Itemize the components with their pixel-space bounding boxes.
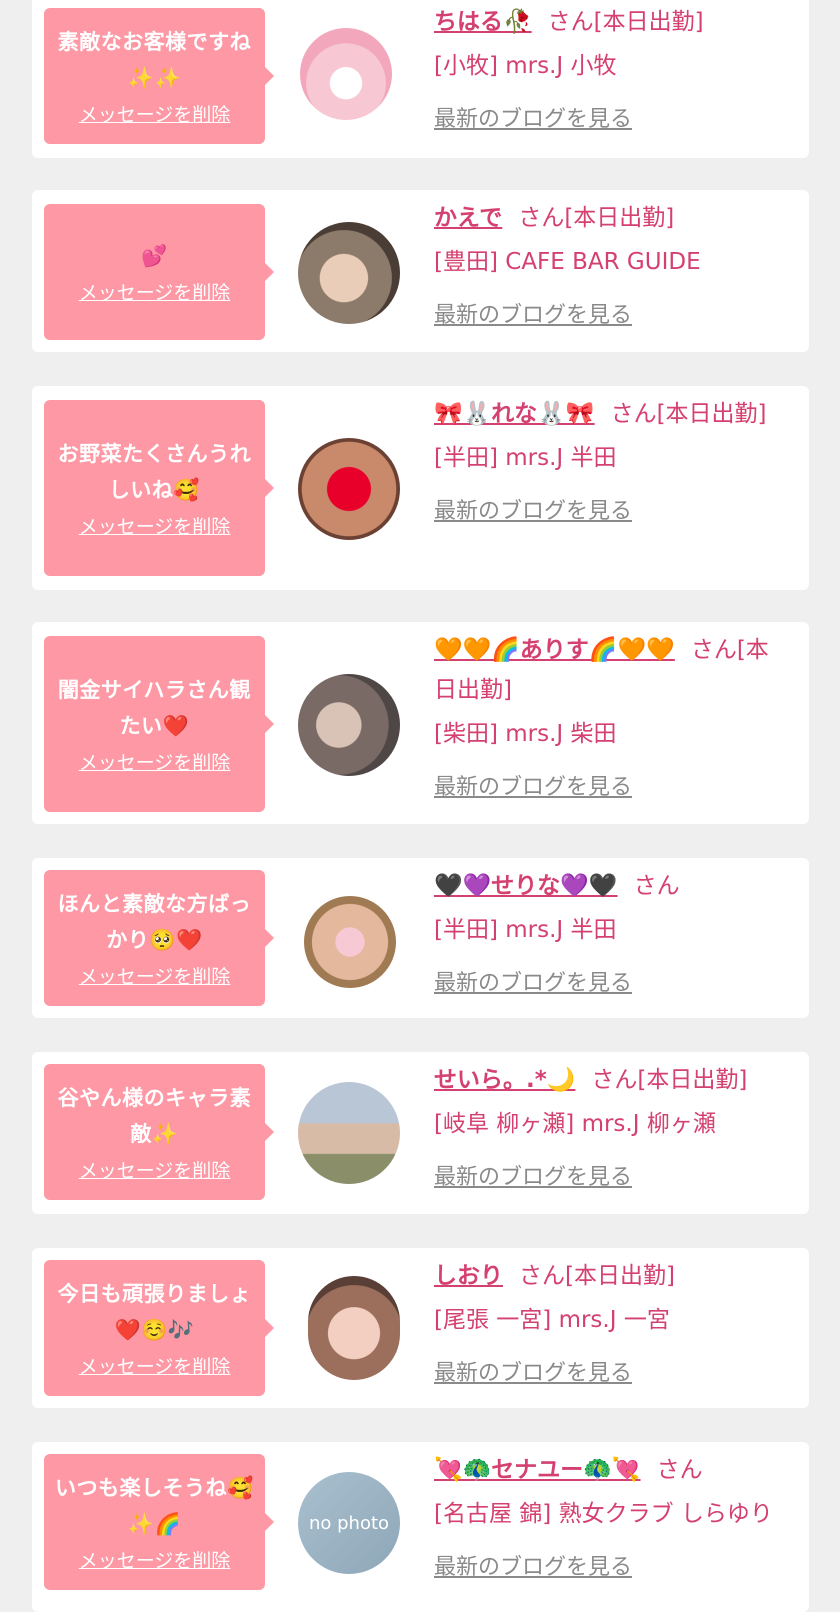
message-text: いつも楽しそうね🥰✨🌈 [55,1476,254,1536]
message-text: 谷やん様のキャラ素敵✨ [57,1086,252,1146]
avatar[interactable] [304,896,396,988]
delete-message-link[interactable]: メッセージを削除 [79,964,231,990]
message-bubble: 素敵なお客様ですね✨✨ メッセージを削除 [44,8,274,144]
blog-link[interactable]: 最新のブログを見る [434,1158,784,1198]
avatar[interactable]: no photo [298,1472,400,1574]
shop-name: [小牧] mrs.J 小牧 [434,53,617,79]
cast-name-link[interactable]: 🎀🐰れな🐰🎀 [434,401,595,427]
avatar[interactable] [298,222,400,324]
message-text: 💕 [141,244,168,268]
message-bubble: 闇金サイハラさん観たい❤️ メッセージを削除 [44,636,274,812]
avatar[interactable] [298,1082,400,1184]
delete-message-link[interactable]: メッセージを削除 [79,1354,231,1380]
message-bubble: 今日も頑張りましょ❤️☺️🎶 メッセージを削除 [44,1260,274,1396]
cast-info: せいら。.*🌙 さん[本日出勤] [岐阜 柳ヶ瀬] mrs.J 柳ヶ瀬 最新のブロ… [434,1060,784,1198]
shop-name: [柴田] mrs.J 柴田 [434,721,617,747]
message-card: 今日も頑張りましょ❤️☺️🎶 メッセージを削除 しおり さん[本日出勤] [尾張 … [32,1248,809,1408]
no-photo-label: no photo [308,1512,390,1534]
avatar[interactable] [298,674,400,776]
message-bubble: 💕 メッセージを削除 [44,204,274,340]
cast-name-link[interactable]: せいら。.*🌙 [434,1067,575,1093]
cast-honorific: さん[本日出勤] [518,205,675,231]
delete-message-link[interactable]: メッセージを削除 [79,1548,231,1574]
delete-message-link[interactable]: メッセージを削除 [79,1158,231,1184]
blog-link[interactable]: 最新のブログを見る [434,768,784,808]
cast-info: しおり さん[本日出勤] [尾張 一宮] mrs.J 一宮 最新のブログを見る [434,1256,784,1394]
message-card: 素敵なお客様ですね✨✨ メッセージを削除 ちはる🥀 さん[本日出勤] [小牧] m… [32,0,809,158]
blog-link[interactable]: 最新のブログを見る [434,296,784,336]
blog-link[interactable]: 最新のブログを見る [434,100,784,140]
cast-name-link[interactable]: かえで [434,205,502,231]
delete-message-link[interactable]: メッセージを削除 [79,280,231,306]
message-text: 素敵なお客様ですね✨✨ [57,30,252,90]
cast-info: 🖤💜せりな💜🖤 さん [半田] mrs.J 半田 最新のブログを見る [434,866,784,1004]
message-text: ほんと素敵な方ばっかり🥺❤️ [57,892,252,952]
message-card: ほんと素敵な方ばっかり🥺❤️ メッセージを削除 🖤💜せりな💜🖤 さん [半田] m… [32,858,809,1018]
cast-name-link[interactable]: しおり [434,1263,503,1289]
blog-link[interactable]: 最新のブログを見る [434,1548,784,1588]
message-card: 闇金サイハラさん観たい❤️ メッセージを削除 🧡🧡🌈ありす🌈🧡🧡 さん[本日出勤]… [32,622,809,824]
shop-name: [半田] mrs.J 半田 [434,917,617,943]
shop-name: [尾張 一宮] mrs.J 一宮 [434,1307,670,1333]
cast-info: かえで さん[本日出勤] [豊田] CAFE BAR GUIDE 最新のブログを見… [434,198,784,336]
shop-name: [半田] mrs.J 半田 [434,445,617,471]
cast-info: ちはる🥀 さん[本日出勤] [小牧] mrs.J 小牧 最新のブログを見る [434,2,784,140]
delete-message-link[interactable]: メッセージを削除 [79,514,231,540]
cast-name-link[interactable]: ちはる🥀 [434,9,532,35]
shop-name: [岐阜 柳ヶ瀬] mrs.J 柳ヶ瀬 [434,1111,716,1137]
delete-message-link[interactable]: メッセージを削除 [79,102,231,128]
blog-link[interactable]: 最新のブログを見る [434,492,784,532]
message-bubble: ほんと素敵な方ばっかり🥺❤️ メッセージを削除 [44,870,274,1006]
shop-name: [豊田] CAFE BAR GUIDE [434,249,701,275]
delete-message-link[interactable]: メッセージを削除 [79,750,231,776]
message-text: お野菜たくさんうれしいね🥰 [57,442,252,502]
cast-honorific: さん [656,1457,703,1483]
cast-honorific: さん[本日出勤] [610,401,767,427]
message-bubble: お野菜たくさんうれしいね🥰 メッセージを削除 [44,400,274,576]
cast-name-link[interactable]: 🖤💜せりな💜🖤 [434,873,618,899]
blog-link[interactable]: 最新のブログを見る [434,1354,784,1394]
message-bubble: いつも楽しそうね🥰✨🌈 メッセージを削除 [44,1454,274,1590]
message-card: いつも楽しそうね🥰✨🌈 メッセージを削除 no photo 💘🦚セナユー🦚💘 さん… [32,1442,809,1612]
cast-honorific: さん [633,873,680,899]
cast-info: 🧡🧡🌈ありす🌈🧡🧡 さん[本日出勤] [柴田] mrs.J 柴田 最新のブログを見… [434,630,784,808]
avatar[interactable] [300,28,392,120]
avatar[interactable] [308,1276,400,1380]
blog-link[interactable]: 最新のブログを見る [434,964,784,1004]
message-card: お野菜たくさんうれしいね🥰 メッセージを削除 🎀🐰れな🐰🎀 さん[本日出勤] [半… [32,386,809,590]
cast-name-link[interactable]: 💘🦚セナユー🦚💘 [434,1457,641,1483]
cast-honorific: さん[本日出勤] [547,9,704,35]
message-bubble: 谷やん様のキャラ素敵✨ メッセージを削除 [44,1064,274,1200]
shop-name: [名古屋 錦] 熟女クラブ しらゆり [434,1501,773,1527]
avatar[interactable] [298,438,400,540]
cast-name-link[interactable]: 🧡🧡🌈ありす🌈🧡🧡 [434,637,675,663]
message-text: 今日も頑張りましょ❤️☺️🎶 [57,1282,252,1342]
cast-honorific: さん[本日出勤] [591,1067,748,1093]
message-card: 💕 メッセージを削除 かえで さん[本日出勤] [豊田] CAFE BAR GUI… [32,190,809,352]
message-card: 谷やん様のキャラ素敵✨ メッセージを削除 せいら。.*🌙 さん[本日出勤] [岐阜… [32,1052,809,1214]
cast-info: 🎀🐰れな🐰🎀 さん[本日出勤] [半田] mrs.J 半田 最新のブログを見る [434,394,784,532]
cast-honorific: さん[本日出勤] [519,1263,675,1289]
cast-info: 💘🦚セナユー🦚💘 さん [名古屋 錦] 熟女クラブ しらゆり 最新のブログを見る [434,1450,784,1588]
message-text: 闇金サイハラさん観たい❤️ [57,678,252,738]
